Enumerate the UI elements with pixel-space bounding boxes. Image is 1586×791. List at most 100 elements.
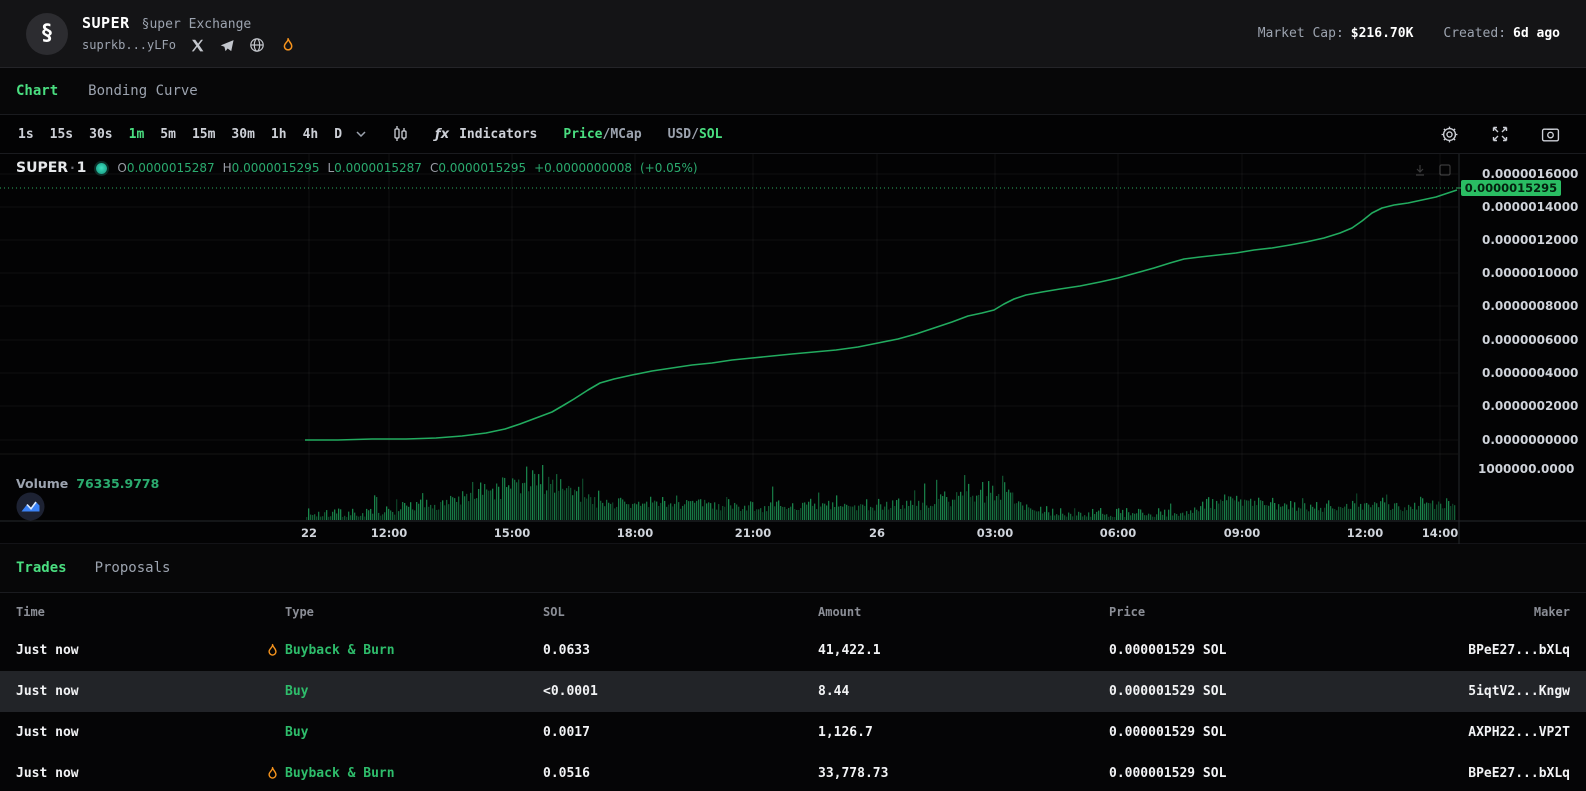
col-sol: SOL xyxy=(543,605,818,619)
sol-option: SOL xyxy=(699,127,722,142)
chart-canvas[interactable]: 0.0000016000 0.0000014000 0.0000012000 0.00… xyxy=(0,154,1586,544)
timeframe-5m[interactable]: 5m xyxy=(152,127,184,142)
trade-row[interactable]: Just now Buy 0.0017 1,126.7 0.000001529 … xyxy=(0,712,1586,753)
svg-text:21:00: 21:00 xyxy=(735,526,772,540)
settings-gear-icon[interactable] xyxy=(1434,125,1465,144)
x-twitter-icon[interactable] xyxy=(189,37,206,54)
time-axis[interactable]: 2212:0015:0018:0021:002603:0006:0009:001… xyxy=(301,526,1458,540)
svg-text:26: 26 xyxy=(869,526,885,540)
svg-text:03:00: 03:00 xyxy=(977,526,1014,540)
trade-maker[interactable]: 5iqtV2...Kngw xyxy=(1410,684,1570,699)
tradingview-logo[interactable] xyxy=(16,492,45,521)
col-amount: Amount xyxy=(818,605,1109,619)
website-globe-icon[interactable] xyxy=(249,37,266,54)
trade-row[interactable]: Just now Buy <0.0001 8.44 0.000001529 SO… xyxy=(0,671,1586,712)
svg-text:18:00: 18:00 xyxy=(617,526,654,540)
trade-price: 0.000001529 SOL xyxy=(1109,684,1410,699)
status-dot-icon xyxy=(96,163,107,174)
created-value: 6d ago xyxy=(1513,26,1560,41)
trade-sol: <0.0001 xyxy=(543,684,818,699)
price-chart[interactable]: 0.0000016000 0.0000014000 0.0000012000 0.00… xyxy=(0,154,1586,544)
tab-bonding-curve[interactable]: Bonding Curve xyxy=(88,83,198,99)
timeframe-4h[interactable]: 4h xyxy=(295,127,327,142)
timeframe-15s[interactable]: 15s xyxy=(42,127,81,142)
trade-type: Buy xyxy=(285,725,543,740)
trade-maker[interactable]: AXPH22...VP2T xyxy=(1410,725,1570,740)
svg-text:0.0000000000: 0.0000000000 xyxy=(1482,433,1578,447)
price-line-series xyxy=(305,190,1457,440)
trades-tabs: Trades Proposals xyxy=(0,544,1586,593)
trade-row[interactable]: Just now Buyback & Burn 0.0633 41,422.1 … xyxy=(0,630,1586,671)
fx-icon[interactable]: ƒx xyxy=(429,127,455,142)
trade-time: Just now xyxy=(16,684,285,699)
timeframe-30m[interactable]: 30m xyxy=(223,127,262,142)
timeframe-1d[interactable]: D xyxy=(326,127,350,142)
view-tabs: Chart Bonding Curve xyxy=(0,68,1586,115)
svg-text:0.0000014000: 0.0000014000 xyxy=(1482,200,1578,214)
timeframe-1s[interactable]: 1s xyxy=(10,127,42,142)
price-option: Price xyxy=(563,127,602,142)
svg-text:09:00: 09:00 xyxy=(1224,526,1261,540)
flame-icon[interactable] xyxy=(279,37,296,54)
usd-sol-toggle[interactable]: USD/SOL xyxy=(668,127,723,142)
tab-chart[interactable]: Chart xyxy=(16,83,58,99)
token-avatar: § xyxy=(26,13,68,55)
usd-option: USD xyxy=(668,127,691,142)
flame-icon xyxy=(265,643,280,659)
svg-text:0.0000004000: 0.0000004000 xyxy=(1482,366,1578,380)
trade-type: Buy xyxy=(285,684,543,699)
col-maker: Maker xyxy=(1410,605,1570,619)
price-mcap-toggle[interactable]: Price/MCap xyxy=(563,127,641,142)
price-axis[interactable]: 0.0000016000 0.0000014000 0.0000012000 0.00… xyxy=(1478,167,1578,476)
trade-sol: 0.0017 xyxy=(543,725,818,740)
svg-text:1000000.0000: 1000000.0000 xyxy=(1478,462,1574,476)
token-address[interactable]: suprkb...yLFo xyxy=(82,38,176,52)
telegram-icon[interactable] xyxy=(219,37,236,54)
timeframe-15m[interactable]: 15m xyxy=(184,127,223,142)
market-cap-value: $216.70K xyxy=(1351,26,1414,41)
tab-trades[interactable]: Trades xyxy=(16,560,67,576)
ohlc-values: O0.0000015287 H0.0000015295 L0.000001528… xyxy=(117,161,697,175)
trade-amount: 33,778.73 xyxy=(818,766,1109,781)
col-type: Type xyxy=(285,605,543,619)
volume-legend: Volume76335.9778 xyxy=(16,476,159,491)
token-symbol: SUPER xyxy=(82,14,130,32)
token-name: §uper Exchange xyxy=(142,17,252,32)
col-time: Time xyxy=(16,605,285,619)
tab-proposals[interactable]: Proposals xyxy=(95,560,171,576)
timeframe-1m[interactable]: 1m xyxy=(121,127,153,142)
flame-icon xyxy=(265,766,280,782)
candles-style-icon[interactable] xyxy=(386,125,415,143)
fullscreen-icon[interactable] xyxy=(1485,125,1515,143)
indicators-button[interactable]: Indicators xyxy=(459,127,537,142)
chart-toolbar: 1s 15s 30s 1m 5m 15m 30m 1h 4h D ƒx Indi… xyxy=(0,115,1586,154)
trade-price: 0.000001529 SOL xyxy=(1109,766,1410,781)
mcap-option: MCap xyxy=(610,127,641,142)
svg-text:0.0000006000: 0.0000006000 xyxy=(1482,333,1578,347)
svg-text:0.0000012000: 0.0000012000 xyxy=(1482,233,1578,247)
chart-gridlines xyxy=(0,154,1458,521)
trade-amount: 1,126.7 xyxy=(818,725,1109,740)
trade-amount: 8.44 xyxy=(818,684,1109,699)
trade-row[interactable]: Just now Buyback & Burn 0.0516 33,778.73… xyxy=(0,753,1586,791)
trade-maker[interactable]: BPeE27...bXLq xyxy=(1410,643,1570,658)
svg-text:0.0000015295: 0.0000015295 xyxy=(1465,181,1557,195)
svg-text:22: 22 xyxy=(301,526,317,540)
trade-sol: 0.0633 xyxy=(543,643,818,658)
trade-time: Just now xyxy=(16,643,285,658)
trade-time: Just now xyxy=(16,766,285,781)
trade-time: Just now xyxy=(16,725,285,740)
timeframe-1h[interactable]: 1h xyxy=(263,127,295,142)
svg-text:06:00: 06:00 xyxy=(1100,526,1137,540)
trade-amount: 41,422.1 xyxy=(818,643,1109,658)
volume-bars xyxy=(306,465,1455,520)
svg-text:0.0000016000: 0.0000016000 xyxy=(1482,167,1578,181)
screenshot-camera-icon[interactable] xyxy=(1535,126,1566,143)
timeframe-30s[interactable]: 30s xyxy=(81,127,120,142)
svg-text:14:00: 14:00 xyxy=(1422,526,1459,540)
created-stat: Created:6d ago xyxy=(1443,26,1560,41)
trade-maker[interactable]: BPeE27...bXLq xyxy=(1410,766,1570,781)
svg-text:0.0000008000: 0.0000008000 xyxy=(1482,299,1578,313)
chart-legend: SUPER·1 O0.0000015287 H0.0000015295 L0.0… xyxy=(16,160,698,176)
chevron-down-icon[interactable] xyxy=(350,131,372,137)
